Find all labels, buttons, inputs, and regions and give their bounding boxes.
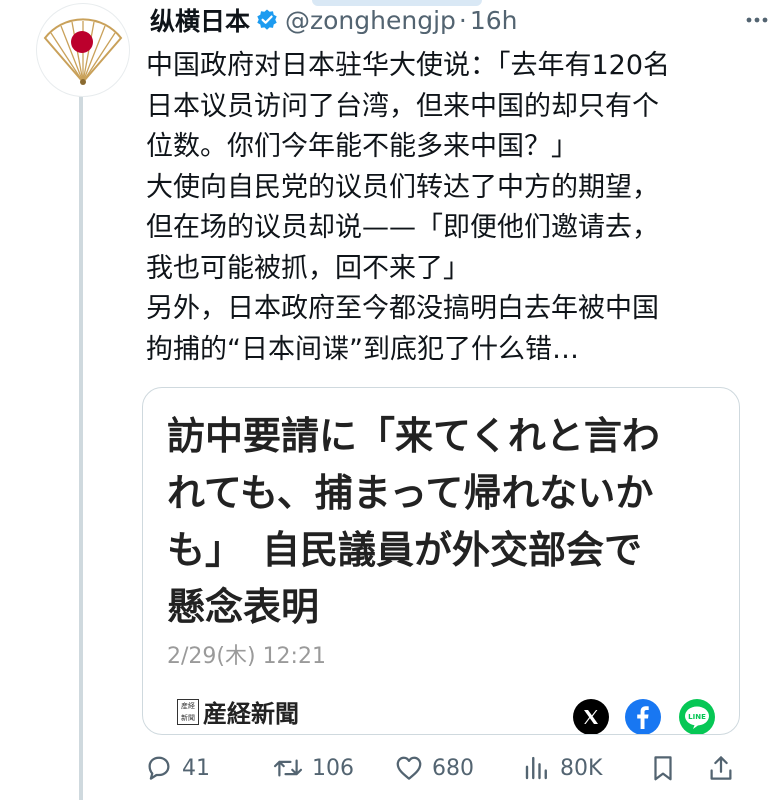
share-button[interactable]	[706, 750, 744, 786]
tweet-text-line: 我也可能被抓，回不来了」	[146, 252, 470, 284]
logo-mark-text: 新聞	[181, 713, 195, 722]
logo-mark-text: 産経	[181, 701, 195, 710]
heart-icon	[396, 756, 422, 780]
like-button[interactable]: 680	[394, 750, 474, 786]
share-upload-icon	[710, 756, 732, 780]
display-name[interactable]: 纵横日本	[150, 2, 250, 38]
x-logo-icon[interactable]	[573, 699, 609, 734]
sankei-logo-icon: 産経 新聞	[177, 698, 199, 725]
tweet-text-line: 位数。你们今年能不能多来中国？」	[146, 131, 578, 162]
repost-icon	[273, 759, 303, 777]
source-name: 産経新聞	[203, 699, 299, 728]
tweet-text-line: 中国政府对日本驻华大使说：「去年有120名	[146, 50, 671, 81]
article-date: 2/29(木) 12:21	[167, 644, 326, 669]
article-title-line: 訪中要請に「来てくれと言わ	[167, 414, 660, 458]
article-title-line: れても、捕まって帰れないか	[167, 471, 654, 515]
reply-icon	[148, 756, 170, 780]
article-source: 産経 新聞 産経新聞	[177, 694, 299, 729]
tweet-text-line: 另外，日本政府至今都没搞明白去年被中国	[146, 293, 659, 324]
more-options-icon[interactable]	[743, 6, 771, 38]
tweet-text: 中国政府对日本驻华大使说：「去年有120名 日本议员访问了台湾，但来中国的却只有…	[146, 46, 756, 370]
reply-button[interactable]: 41	[144, 750, 210, 786]
line-label: LINE	[688, 713, 706, 721]
tweet-actions-bar: 41 106 680 80K	[144, 750, 744, 786]
tweet-text-line: 大使向自民党的议员们转达了中方的期望，	[146, 171, 659, 203]
views-count: 80K	[560, 755, 603, 781]
user-handle[interactable]: @zonghengjp	[285, 6, 456, 35]
views-button[interactable]: 80K	[522, 750, 602, 786]
article-title-line: 懸念表明	[167, 585, 320, 629]
tweet-header: 纵横日本 @zonghengjp · 16h	[150, 2, 757, 38]
facebook-icon[interactable]	[625, 699, 661, 734]
link-preview-card[interactable]: 訪中要請に「来てくれと言わ れても、捕まって帰れないか も」 自民議員が外交部会…	[142, 387, 740, 735]
tweet-text-line: 日本议员访问了台湾，但来中国的却只有个	[146, 90, 659, 122]
line-icon[interactable]: LINE	[679, 699, 715, 734]
verified-badge-icon	[255, 8, 279, 32]
tweet-text-line: 但在场的议员却说——「即便他们邀请去，	[146, 212, 659, 243]
repost-count: 106	[312, 755, 354, 781]
views-chart-icon	[525, 756, 547, 780]
bookmark-button[interactable]	[648, 750, 686, 786]
avatar[interactable]	[36, 3, 130, 97]
separator-dot: ·	[458, 5, 467, 35]
article-title: 訪中要請に「来てくれと言わ れても、捕まって帰れないか も」 自民議員が外交部会…	[167, 408, 727, 636]
thread-connector-line	[79, 96, 83, 800]
repost-button[interactable]: 106	[272, 750, 354, 786]
bookmark-icon	[654, 756, 672, 781]
timestamp[interactable]: 16h	[470, 6, 518, 35]
reply-count: 41	[182, 755, 210, 781]
tweet-text-line: 拘捕的“日本间谍”到底犯了什么错…	[146, 333, 579, 365]
folding-fan-flag-icon	[43, 18, 123, 85]
article-title-line: も」 自民議員が外交部会で	[167, 528, 643, 572]
like-count: 680	[432, 755, 474, 781]
